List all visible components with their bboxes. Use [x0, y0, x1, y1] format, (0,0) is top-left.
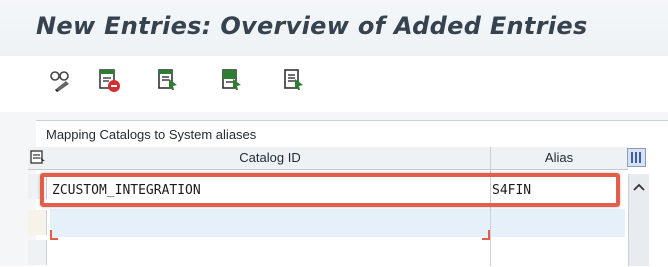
column-header-catalog-id[interactable]: Catalog ID — [50, 150, 490, 165]
display-change-button[interactable] — [46, 65, 76, 95]
row-selector[interactable] — [28, 210, 47, 235]
table-settings-button[interactable] — [30, 149, 46, 170]
column-header-alias[interactable]: Alias — [491, 150, 627, 165]
deselect-all-button[interactable] — [278, 65, 308, 95]
deselect-all-icon — [284, 69, 303, 90]
vertical-scrollbar[interactable] — [628, 174, 649, 266]
select-block-icon — [222, 69, 241, 90]
required-marker — [482, 230, 490, 240]
row-selector[interactable] — [28, 240, 47, 265]
table-row-empty — [50, 240, 625, 265]
table-caption: Mapping Catalogs to System aliases — [46, 127, 257, 142]
page-title: New Entries: Overview of Added Entries — [36, 12, 588, 40]
column-grid-icon — [631, 152, 641, 163]
delete-document-icon — [99, 69, 120, 92]
table-row-empty-selected — [50, 209, 625, 237]
table-settings-icon — [30, 150, 45, 164]
delete-button[interactable] — [94, 65, 124, 95]
column-settings-button[interactable] — [627, 148, 646, 167]
select-block-button[interactable] — [216, 65, 246, 95]
select-all-button[interactable] — [152, 65, 182, 95]
title-bar: New Entries: Overview of Added Entries — [0, 0, 668, 56]
highlight-box — [40, 173, 620, 207]
select-all-icon — [158, 69, 177, 90]
glasses-pencil-icon — [50, 71, 69, 92]
required-marker — [50, 230, 58, 240]
scroll-up-icon[interactable] — [629, 178, 649, 198]
